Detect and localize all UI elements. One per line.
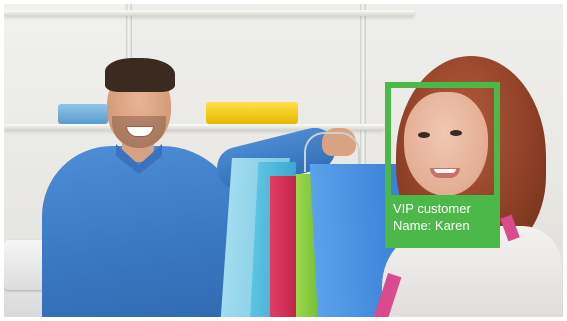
customer-tag: VIP customer xyxy=(393,201,471,216)
shelf-top xyxy=(4,10,414,16)
man-hair xyxy=(105,58,175,92)
folded-clothes-yellow xyxy=(206,102,298,124)
shelf-middle xyxy=(4,124,384,130)
folded-clothes-blue xyxy=(58,104,108,124)
face-recognition-label: VIP customer Name: Karen xyxy=(385,195,500,248)
customer-name: Name: Karen xyxy=(393,218,470,233)
